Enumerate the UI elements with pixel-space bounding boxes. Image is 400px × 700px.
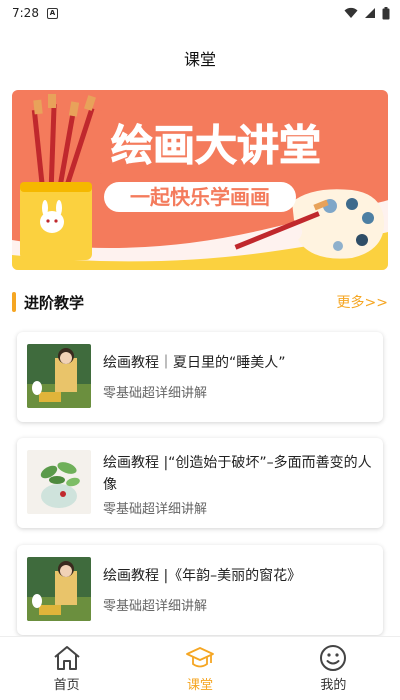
- course-card[interactable]: 绘画教程 |《年韵–美丽的窗花》 零基础超详细讲解: [17, 545, 383, 635]
- banner-subline: 一起快乐学画画: [130, 185, 270, 209]
- course-thumbnail: [27, 557, 91, 621]
- more-link[interactable]: 更多>>: [337, 292, 388, 312]
- course-card[interactable]: 绘画教程｜夏日里的“睡美人” 零基础超详细讲解: [17, 332, 383, 422]
- status-time: 7:28: [12, 6, 39, 20]
- tab-label: 我的: [320, 678, 347, 693]
- course-subtitle: 零基础超详细讲解: [103, 502, 208, 517]
- status-bar: 7:28 A: [0, 0, 400, 26]
- signal-icon: [365, 8, 375, 18]
- course-title: 绘画教程｜夏日里的“睡美人”: [103, 355, 286, 371]
- banner-headline: 绘画大讲堂: [111, 121, 321, 170]
- course-title: 绘画教程 |“创造始于破坏”–多面而善变的人像: [103, 455, 372, 493]
- cup-icon: [20, 182, 92, 260]
- a-icon: A: [46, 7, 58, 19]
- section-accent-bar: [12, 292, 16, 312]
- course-thumbnail: [27, 344, 91, 408]
- tab-classroom[interactable]: 课堂: [133, 637, 266, 700]
- course-subtitle: 零基础超详细讲解: [103, 386, 208, 401]
- course-subtitle: 零基础超详细讲解: [103, 599, 208, 614]
- banner-illustration: 绘画大讲堂 一起快乐学画画: [12, 90, 388, 270]
- course-card[interactable]: 绘画教程 |“创造始于破坏”–多面而善变的人像 零基础超详细讲解: [17, 438, 383, 528]
- page-title-bar: 课堂: [0, 26, 400, 90]
- banner[interactable]: 绘画大讲堂 一起快乐学画画: [12, 90, 388, 270]
- tab-label: 课堂: [186, 678, 213, 693]
- section-header: 进阶教学 更多>>: [12, 290, 388, 314]
- battery-icon: [382, 6, 390, 19]
- tab-mine[interactable]: 我的: [267, 637, 400, 700]
- home-icon: [54, 646, 80, 670]
- course-title: 绘画教程 |《年韵–美丽的窗花》: [103, 568, 302, 584]
- page-title: 课堂: [183, 50, 216, 69]
- course-thumbnail: [27, 450, 91, 514]
- tab-label: 首页: [53, 678, 80, 693]
- graduation-cap-icon: [186, 647, 214, 668]
- smiley-icon: [320, 645, 347, 671]
- wifi-icon: [344, 7, 358, 18]
- tab-home[interactable]: 首页: [0, 637, 133, 700]
- bottom-tab-bar: 首页 课堂 我的: [0, 636, 400, 700]
- section-title: 进阶教学: [24, 293, 85, 312]
